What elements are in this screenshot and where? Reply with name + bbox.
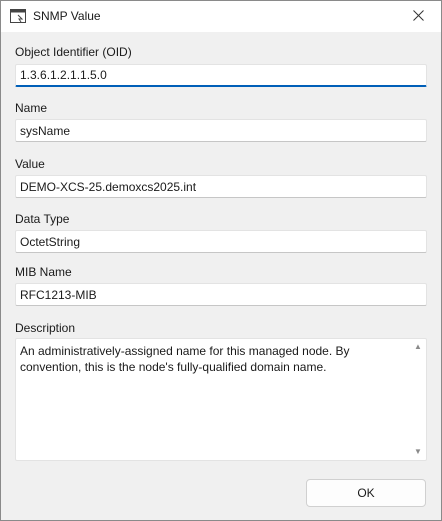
oid-label: Object Identifier (OID): [15, 45, 132, 59]
close-icon: [412, 9, 424, 24]
oid-field[interactable]: [15, 64, 427, 87]
description-text: An administratively-assigned name for th…: [20, 344, 350, 374]
snmp-value-window-icon: [10, 9, 26, 23]
dialog-content: Object Identifier (OID) Name Value Data …: [1, 32, 441, 520]
description-scrollbar[interactable]: ▲ ▼: [410, 339, 426, 460]
close-button[interactable]: [395, 1, 441, 32]
snmp-value-dialog: SNMP Value Object Identifier (OID) Name …: [0, 0, 442, 521]
description-field[interactable]: An administratively-assigned name for th…: [15, 338, 427, 461]
value-field[interactable]: [15, 175, 427, 198]
mib-name-label: MIB Name: [15, 265, 72, 279]
window-title: SNMP Value: [33, 9, 101, 23]
name-label: Name: [15, 101, 48, 115]
scroll-down-arrow-icon[interactable]: ▼: [414, 448, 422, 456]
scroll-up-arrow-icon[interactable]: ▲: [414, 343, 422, 351]
data-type-field[interactable]: [15, 230, 427, 253]
value-label: Value: [15, 157, 45, 171]
name-field[interactable]: [15, 119, 427, 142]
ok-button[interactable]: OK: [306, 479, 426, 507]
data-type-label: Data Type: [15, 212, 70, 226]
title-bar: SNMP Value: [1, 1, 441, 32]
mib-name-field[interactable]: [15, 283, 427, 306]
description-label: Description: [15, 321, 76, 335]
